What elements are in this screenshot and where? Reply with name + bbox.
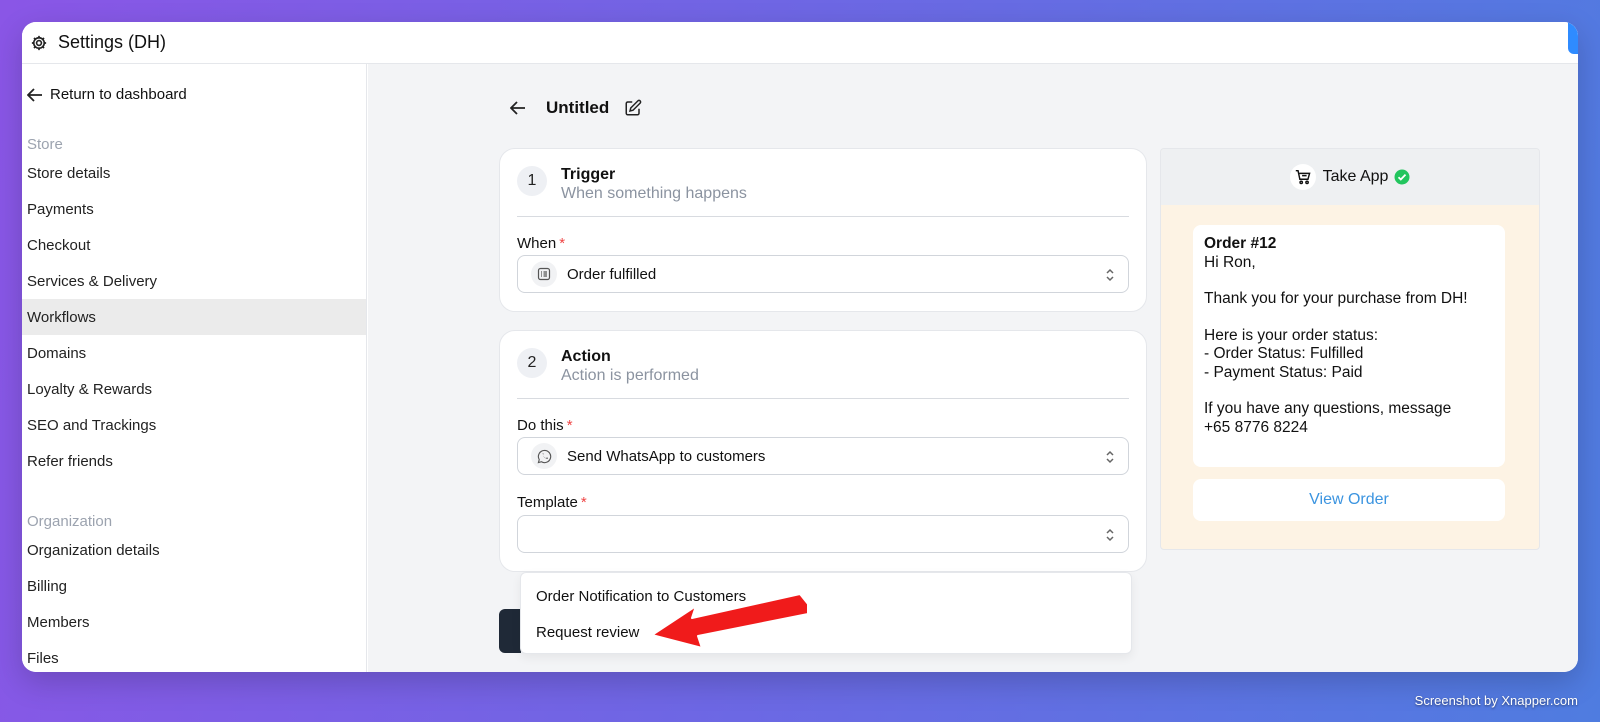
do-this-select[interactable]: Send WhatsApp to customers xyxy=(517,437,1129,475)
sidebar-item-label: Store details xyxy=(27,164,111,182)
top-bar: Settings (DH) xyxy=(22,22,1578,64)
sidebar-item-label: Checkout xyxy=(27,236,91,254)
cart-icon xyxy=(1289,164,1316,190)
gear-icon xyxy=(28,32,50,54)
sidebar-item-domains[interactable]: Domains xyxy=(22,335,366,371)
sidebar-item-workflows[interactable]: Workflows xyxy=(22,299,366,335)
sidebar-item-label: Payments xyxy=(27,200,94,218)
sidebar-item-label: Files xyxy=(27,649,59,667)
template-select[interactable] xyxy=(517,515,1129,553)
sidebar-item-label: Workflows xyxy=(27,308,96,326)
watermark: Screenshot by Xnapper.com xyxy=(1414,693,1578,708)
trigger-card: 1 Trigger When something happens When * O… xyxy=(499,148,1147,312)
preview-header: Take App xyxy=(1161,149,1539,205)
chevron-up-down-icon xyxy=(1106,268,1114,282)
sidebar-item-label: Organization details xyxy=(27,541,160,559)
sidebar-item-checkout[interactable]: Checkout xyxy=(22,227,366,263)
chevron-up-down-icon xyxy=(1106,528,1114,542)
order-status-line: - Order Status: Fulfilled xyxy=(1204,345,1364,362)
do-this-label-text: Do this xyxy=(517,417,564,434)
when-label-text: When xyxy=(517,235,557,252)
sidebar-item-files[interactable]: Files xyxy=(22,640,366,672)
corner-tab[interactable] xyxy=(1568,22,1578,54)
order-title: Order #12 xyxy=(1204,235,1277,252)
sidebar-item-store-details[interactable]: Store details xyxy=(22,155,366,191)
step-number: 1 xyxy=(517,166,547,196)
chevron-up-down-icon xyxy=(1106,450,1114,464)
template-option-request-review[interactable]: Request review xyxy=(536,624,639,641)
workflow-title: Untitled xyxy=(546,98,610,117)
sidebar-item-organization-details[interactable]: Organization details xyxy=(22,532,366,568)
template-dropdown: Order Notification to Customers Request … xyxy=(520,572,1132,654)
sidebar-item-billing[interactable]: Billing xyxy=(22,568,366,604)
sidebar-item-loyalty-rewards[interactable]: Loyalty & Rewards xyxy=(22,371,366,407)
edit-icon[interactable] xyxy=(623,98,643,118)
arrow-left-icon xyxy=(22,87,48,102)
sidebar-item-label: Billing xyxy=(27,577,68,595)
when-select-value: Order fulfilled xyxy=(567,265,657,283)
sidebar-item-members[interactable]: Members xyxy=(22,604,366,640)
sidebar-item-label: Domains xyxy=(27,344,87,362)
step-number: 2 xyxy=(517,348,547,378)
required-mark: * xyxy=(580,494,587,511)
template-label: Template * xyxy=(517,494,587,511)
template-label-text: Template xyxy=(517,494,578,511)
thanks-line: Thank you for your purchase from DH! xyxy=(1204,290,1468,307)
sidebar-item-payments[interactable]: Payments xyxy=(22,191,366,227)
whatsapp-icon xyxy=(531,443,557,469)
required-mark: * xyxy=(559,235,566,252)
return-to-dashboard-link[interactable]: Return to dashboard xyxy=(22,86,187,103)
action-subtitle: Action is performed xyxy=(561,367,699,384)
store-section-title: Store xyxy=(27,136,63,153)
action-card: 2 Action Action is performed Do this * Se… xyxy=(499,330,1147,572)
red-arrow-annotation xyxy=(651,593,809,649)
view-order-button[interactable]: View Order xyxy=(1193,479,1505,521)
when-label: When * xyxy=(517,235,565,252)
sidebar-item-label: Refer friends xyxy=(27,452,113,470)
trigger-title: Trigger xyxy=(561,166,616,183)
do-this-select-value: Send WhatsApp to customers xyxy=(567,447,766,465)
divider xyxy=(517,398,1129,399)
divider xyxy=(517,216,1129,217)
action-title: Action xyxy=(561,348,611,365)
window-title: Settings (DH) xyxy=(58,32,167,52)
trigger-subtitle: When something happens xyxy=(561,185,747,202)
message-bubble: Order #12 Hi Ron, Thank you for your pur… xyxy=(1193,225,1505,467)
questions-line: If you have any questions, message xyxy=(1204,400,1452,417)
return-label: Return to dashboard xyxy=(50,86,187,103)
do-this-label: Do this * xyxy=(517,417,573,434)
sidebar-item-seo-trackings[interactable]: SEO and Trackings xyxy=(22,407,366,443)
phone-line: +65 8776 8224 xyxy=(1204,418,1308,436)
status-intro: Here is your order status: xyxy=(1204,326,1379,344)
workflow-header: Untitled xyxy=(508,98,643,118)
preview-app-name: Take App xyxy=(1322,168,1389,185)
organization-section-title: Organization xyxy=(27,513,113,530)
when-select[interactable]: Order fulfilled xyxy=(517,255,1129,293)
sidebar-item-label: Members xyxy=(27,613,90,631)
greeting: Hi Ron, xyxy=(1204,253,1256,271)
sidebar-item-refer-friends[interactable]: Refer friends xyxy=(22,443,366,479)
list-icon xyxy=(531,261,557,287)
sidebar-item-services-delivery[interactable]: Services & Delivery xyxy=(22,263,366,299)
verified-check-icon xyxy=(1394,169,1410,185)
sidebar: Return to dashboard Store Store details … xyxy=(22,64,367,672)
save-button[interactable] xyxy=(499,609,521,653)
sidebar-item-label: Loyalty & Rewards xyxy=(27,380,153,398)
required-mark: * xyxy=(566,417,573,434)
back-arrow-icon[interactable] xyxy=(508,98,528,118)
sidebar-item-label: SEO and Trackings xyxy=(27,416,157,434)
sidebar-item-label: Services & Delivery xyxy=(27,272,158,290)
whatsapp-preview: Take App Order #12 Hi Ron, Thank you for… xyxy=(1160,148,1540,550)
payment-status-line: - Payment Status: Paid xyxy=(1204,363,1363,381)
